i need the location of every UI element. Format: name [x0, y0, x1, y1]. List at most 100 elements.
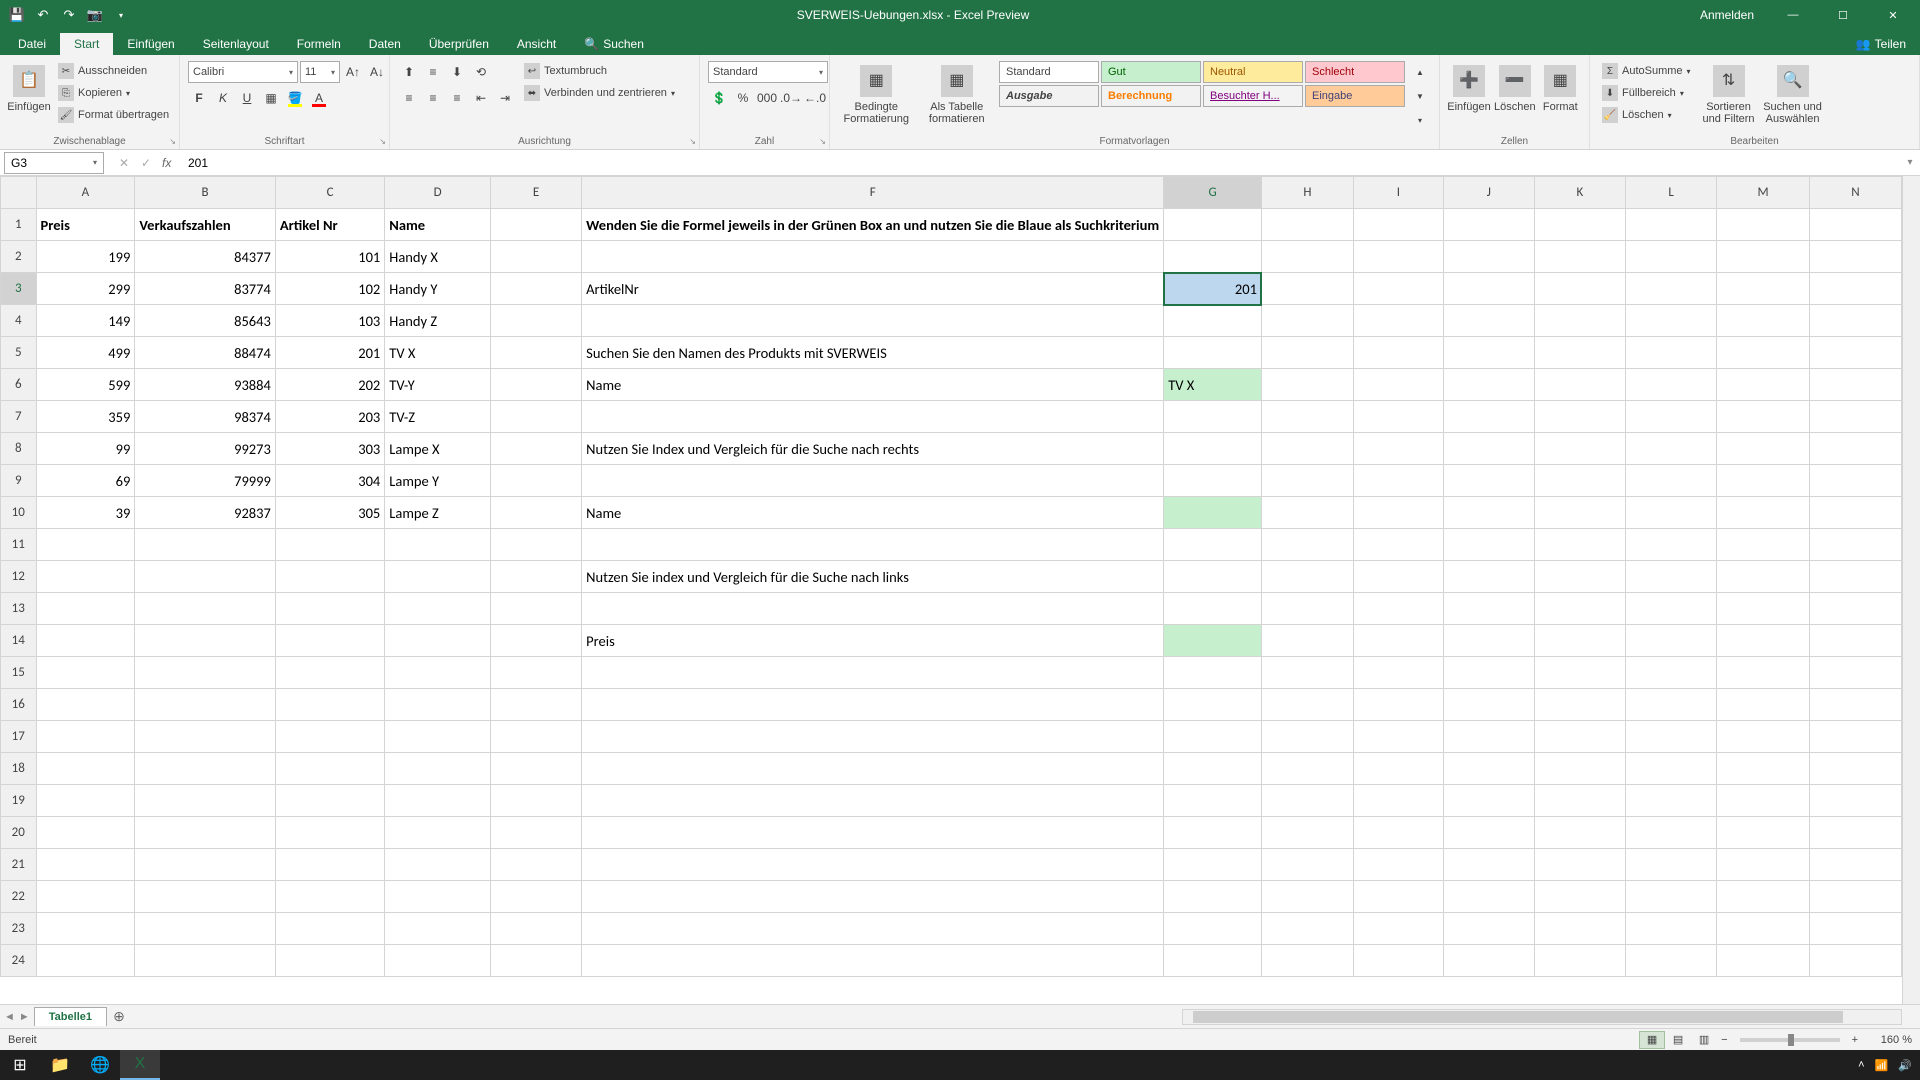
cell-I15[interactable] — [1353, 657, 1443, 689]
maximize-button[interactable]: ☐ — [1820, 0, 1866, 30]
cell-E24[interactable] — [490, 945, 581, 977]
cell-C3[interactable]: 102 — [275, 273, 384, 305]
cell-B4[interactable]: 85643 — [135, 305, 276, 337]
cell-E1[interactable] — [490, 209, 581, 241]
cell-I12[interactable] — [1353, 561, 1443, 593]
tab-home[interactable]: Start — [60, 33, 113, 55]
cell-L23[interactable] — [1626, 913, 1717, 945]
cell-G6[interactable]: TV X — [1164, 369, 1262, 401]
column-header-N[interactable]: N — [1809, 177, 1901, 209]
cell-K17[interactable] — [1534, 721, 1625, 753]
cell-B11[interactable] — [135, 529, 276, 561]
cell-L22[interactable] — [1626, 881, 1717, 913]
cell-H14[interactable] — [1261, 625, 1353, 657]
cell-K22[interactable] — [1534, 881, 1625, 913]
cell-N14[interactable] — [1809, 625, 1901, 657]
cell-K13[interactable] — [1534, 593, 1625, 625]
cell-E22[interactable] — [490, 881, 581, 913]
cell-C16[interactable] — [275, 689, 384, 721]
font-size-combo[interactable]: 11▾ — [300, 61, 340, 83]
cell-D21[interactable] — [385, 849, 491, 881]
align-right-button[interactable]: ≡ — [446, 87, 468, 109]
column-header-C[interactable]: C — [275, 177, 384, 209]
cell-G11[interactable] — [1164, 529, 1262, 561]
column-header-E[interactable]: E — [490, 177, 581, 209]
row-header-18[interactable]: 18 — [1, 753, 37, 785]
cell-N2[interactable] — [1809, 241, 1901, 273]
cell-D23[interactable] — [385, 913, 491, 945]
tab-search[interactable]: 🔍Suchen — [570, 33, 658, 55]
cell-J16[interactable] — [1444, 689, 1535, 721]
undo-icon[interactable]: ↶ — [34, 6, 52, 24]
cell-B14[interactable] — [135, 625, 276, 657]
cell-L21[interactable] — [1626, 849, 1717, 881]
cell-G8[interactable] — [1164, 433, 1262, 465]
cell-E4[interactable] — [490, 305, 581, 337]
cell-J19[interactable] — [1444, 785, 1535, 817]
cell-M18[interactable] — [1717, 753, 1810, 785]
zoom-out-button[interactable]: − — [1717, 1034, 1731, 1046]
find-select-button[interactable]: 🔍Suchen und Auswählen — [1763, 61, 1823, 131]
cell-I5[interactable] — [1353, 337, 1443, 369]
cell-I19[interactable] — [1353, 785, 1443, 817]
cell-E16[interactable] — [490, 689, 581, 721]
cell-C12[interactable] — [275, 561, 384, 593]
cell-D13[interactable] — [385, 593, 491, 625]
cell-J11[interactable] — [1444, 529, 1535, 561]
share-button[interactable]: 👥Teilen — [1842, 33, 1920, 55]
format-cells-button[interactable]: ▦Format — [1540, 61, 1581, 131]
cell-F3[interactable]: ArtikelNr — [582, 273, 1164, 305]
cell-J15[interactable] — [1444, 657, 1535, 689]
style-besuchter[interactable]: Besuchter H... — [1203, 85, 1303, 107]
cell-H9[interactable] — [1261, 465, 1353, 497]
cell-C1[interactable]: Artikel Nr — [275, 209, 384, 241]
cell-E14[interactable] — [490, 625, 581, 657]
cell-J9[interactable] — [1444, 465, 1535, 497]
cell-N9[interactable] — [1809, 465, 1901, 497]
cell-L10[interactable] — [1626, 497, 1717, 529]
cell-F23[interactable] — [582, 913, 1164, 945]
cell-E5[interactable] — [490, 337, 581, 369]
cell-M14[interactable] — [1717, 625, 1810, 657]
align-center-button[interactable]: ≡ — [422, 87, 444, 109]
cell-E8[interactable] — [490, 433, 581, 465]
cell-H23[interactable] — [1261, 913, 1353, 945]
shrink-font-button[interactable]: A↓ — [366, 61, 388, 83]
cell-J20[interactable] — [1444, 817, 1535, 849]
style-berechnung[interactable]: Berechnung — [1101, 85, 1201, 107]
cell-G9[interactable] — [1164, 465, 1262, 497]
cell-N18[interactable] — [1809, 753, 1901, 785]
cell-L6[interactable] — [1626, 369, 1717, 401]
cell-I11[interactable] — [1353, 529, 1443, 561]
cell-J2[interactable] — [1444, 241, 1535, 273]
cancel-formula-icon[interactable]: ✕ — [114, 156, 134, 170]
cell-M2[interactable] — [1717, 241, 1810, 273]
number-dialog-icon[interactable]: ↘ — [819, 137, 826, 146]
cell-L18[interactable] — [1626, 753, 1717, 785]
cell-A11[interactable] — [36, 529, 135, 561]
cell-J13[interactable] — [1444, 593, 1535, 625]
cell-F20[interactable] — [582, 817, 1164, 849]
cell-B17[interactable] — [135, 721, 276, 753]
underline-button[interactable]: U — [236, 87, 258, 109]
row-header-10[interactable]: 10 — [1, 497, 37, 529]
cell-A10[interactable]: 39 — [36, 497, 135, 529]
cell-D9[interactable]: Lampe Y — [385, 465, 491, 497]
tab-view[interactable]: Ansicht — [503, 33, 570, 55]
cell-M6[interactable] — [1717, 369, 1810, 401]
clipboard-dialog-icon[interactable]: ↘ — [169, 137, 176, 146]
cell-G12[interactable] — [1164, 561, 1262, 593]
cell-B6[interactable]: 93884 — [135, 369, 276, 401]
fx-icon[interactable]: fx — [162, 156, 182, 170]
row-header-3[interactable]: 3 — [1, 273, 37, 305]
cell-I13[interactable] — [1353, 593, 1443, 625]
cell-F24[interactable] — [582, 945, 1164, 977]
cell-G24[interactable] — [1164, 945, 1262, 977]
cell-N10[interactable] — [1809, 497, 1901, 529]
cell-D17[interactable] — [385, 721, 491, 753]
cell-H12[interactable] — [1261, 561, 1353, 593]
cell-D6[interactable]: TV-Y — [385, 369, 491, 401]
row-header-22[interactable]: 22 — [1, 881, 37, 913]
expand-formula-bar-icon[interactable]: ▾ — [1900, 157, 1920, 168]
style-standard[interactable]: Standard — [999, 61, 1099, 83]
